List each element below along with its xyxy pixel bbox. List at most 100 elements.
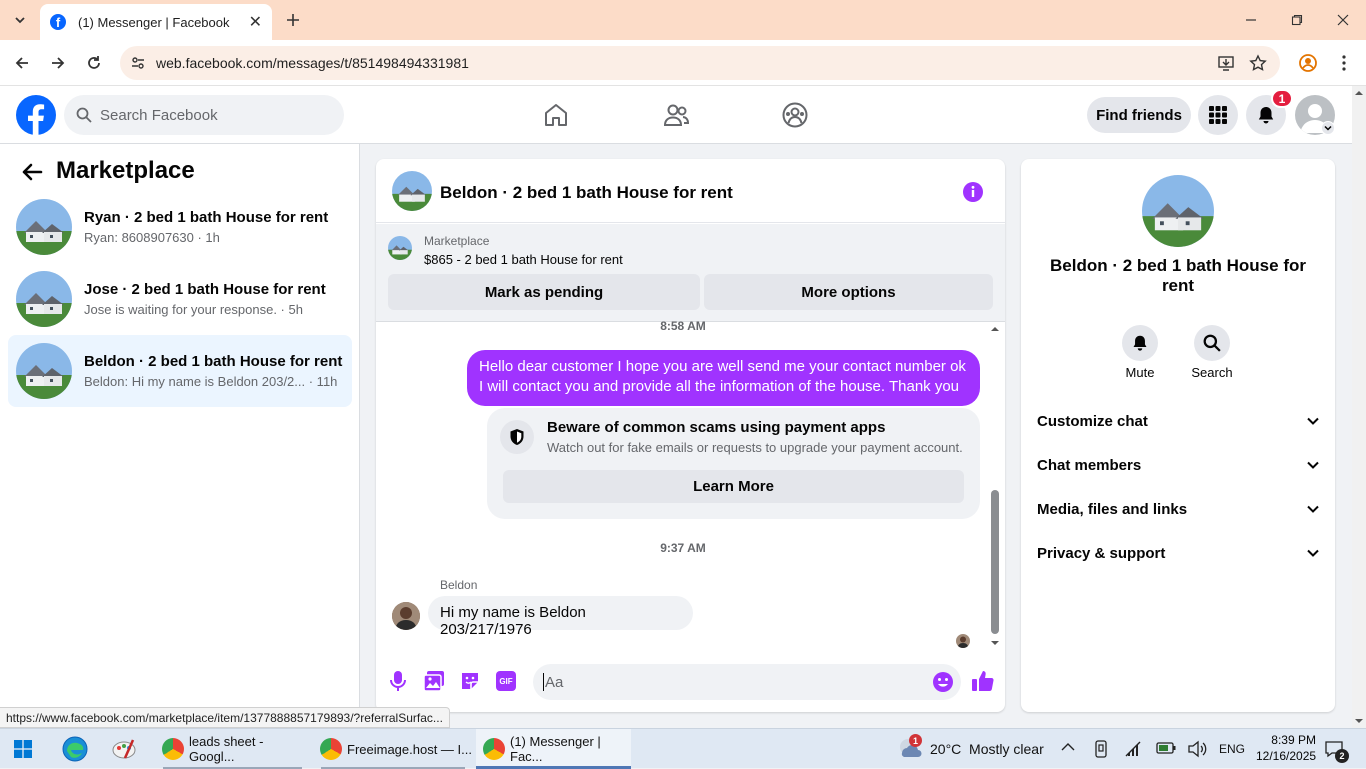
- tab-close-icon[interactable]: ✕: [249, 12, 262, 32]
- chevron-down-icon: [1307, 461, 1319, 469]
- listing-banner-thumbnail: [388, 236, 412, 260]
- groups-nav-icon[interactable]: [781, 101, 809, 129]
- chat-scrollbar-thumb[interactable]: [991, 490, 999, 634]
- browser-tab-messenger[interactable]: f (1) Messenger | Facebook ✕: [40, 4, 272, 40]
- close-window-icon[interactable]: [1328, 5, 1358, 35]
- input-language-indicator[interactable]: ENG: [1219, 729, 1245, 769]
- message-input[interactable]: Aa: [533, 664, 961, 700]
- account-chevron-icon[interactable]: [1321, 121, 1335, 135]
- volume-icon[interactable]: [1187, 740, 1207, 758]
- reload-icon[interactable]: [79, 48, 109, 78]
- media-files-links-row[interactable]: Media, files and links: [1037, 495, 1319, 523]
- notification-center-badge: 2: [1335, 749, 1349, 763]
- emoji-icon[interactable]: [932, 671, 954, 693]
- voice-clip-icon[interactable]: [388, 670, 408, 692]
- chat-scrollbar[interactable]: [989, 323, 1001, 649]
- site-info-icon[interactable]: [130, 55, 146, 71]
- listing-thumbnail: [16, 199, 72, 255]
- info-avatar[interactable]: [1142, 175, 1214, 247]
- thumbs-up-icon[interactable]: [971, 669, 995, 693]
- address-bar[interactable]: web.facebook.com/messages/t/851498494331…: [120, 46, 1280, 80]
- sender-avatar[interactable]: [392, 602, 420, 630]
- weather-alert-badge: 1: [909, 734, 922, 747]
- listing-thumbnail: [16, 271, 72, 327]
- taskbar-item-label: (1) Messenger | Fac...: [510, 734, 601, 764]
- show-hidden-icons-chevron-icon[interactable]: [1061, 742, 1075, 752]
- learn-more-button[interactable]: Learn More: [503, 470, 964, 503]
- info-icon[interactable]: [962, 181, 984, 203]
- link-status-bubble: https://www.facebook.com/marketplace/ite…: [0, 707, 450, 728]
- gif-icon[interactable]: GIF: [496, 671, 516, 691]
- chat-avatar[interactable]: [392, 171, 432, 211]
- chevron-down-icon: [1307, 549, 1319, 557]
- device-icon[interactable]: [1093, 740, 1109, 758]
- tab-title: (1) Messenger | Facebook: [78, 14, 230, 30]
- paint-app-icon[interactable]: [111, 736, 137, 762]
- find-friends-button[interactable]: Find friends: [1087, 97, 1191, 133]
- home-nav-icon[interactable]: [542, 101, 570, 129]
- chevron-down-icon: [1307, 417, 1319, 425]
- info-title: Beldon · 2 bed 1 bath House for rent: [1050, 256, 1306, 295]
- back-arrow-icon[interactable]: [20, 160, 44, 184]
- mute-bell-icon[interactable]: [1122, 325, 1158, 361]
- privacy-support-row[interactable]: Privacy & support: [1037, 539, 1319, 567]
- search-label[interactable]: Search: [1182, 365, 1242, 380]
- clock-time: 8:39 PM: [1271, 733, 1316, 747]
- sticker-icon[interactable]: [459, 670, 481, 692]
- edge-browser-icon[interactable]: [62, 736, 88, 762]
- more-options-button[interactable]: More options: [704, 274, 993, 310]
- friends-nav-icon[interactable]: [662, 101, 690, 129]
- profile-icon[interactable]: [1293, 48, 1323, 78]
- search-placeholder: Search Facebook: [100, 106, 218, 124]
- conversation-preview: Beldon: Hi my name is Beldon 203/2... · …: [84, 374, 338, 389]
- taskbar-item-label: leads sheet - Googl...: [189, 734, 264, 764]
- mark-as-pending-button[interactable]: Mark as pending: [388, 274, 700, 310]
- weather-text[interactable]: 20°C Mostly clear: [930, 729, 1044, 769]
- scam-warning-title: Beware of common scams using payment app…: [547, 419, 886, 436]
- menu-grid-icon[interactable]: [1198, 95, 1238, 135]
- listing-price-text[interactable]: $865 - 2 bed 1 bath House for rent: [424, 252, 623, 267]
- mute-label[interactable]: Mute: [1110, 365, 1170, 380]
- windows-start-icon[interactable]: [14, 740, 32, 758]
- chat-title[interactable]: Beldon · 2 bed 1 bath House for rent: [440, 183, 733, 203]
- page-scrollbar[interactable]: [1352, 86, 1366, 728]
- install-app-icon[interactable]: [1211, 48, 1241, 78]
- taskbar-item-messenger[interactable]: (1) Messenger | Fac...: [476, 729, 631, 769]
- browser-menu-icon[interactable]: [1329, 48, 1359, 78]
- bookmark-star-icon[interactable]: [1243, 48, 1273, 78]
- conversation-item-beldon[interactable]: Beldon · 2 bed 1 bath House for rent Bel…: [8, 335, 352, 407]
- text-cursor: [543, 673, 544, 691]
- battery-icon[interactable]: [1156, 741, 1176, 755]
- wifi-icon[interactable]: [1124, 740, 1142, 758]
- new-tab-icon[interactable]: [278, 5, 308, 35]
- taskbar-item-label: Freeimage.host — I...: [347, 741, 472, 757]
- listing-thumbnail: [16, 343, 72, 399]
- taskbar-item-leads-sheet[interactable]: leads sheet - Googl...: [155, 729, 310, 769]
- received-message-bubble[interactable]: Hi my name is Beldon 203/217/1976: [428, 596, 693, 638]
- photo-attach-icon[interactable]: [423, 670, 445, 692]
- forward-icon[interactable]: [43, 48, 73, 78]
- scam-warning-text: Watch out for fake emails or requests to…: [547, 440, 963, 455]
- message-timestamp: 8:58 AM: [660, 319, 706, 333]
- customize-chat-row[interactable]: Customize chat: [1037, 407, 1319, 435]
- conversation-item-jose[interactable]: Jose · 2 bed 1 bath House for rent Jose …: [8, 263, 352, 335]
- sent-message-bubble[interactable]: Hello dear customer I hope you are well …: [467, 350, 980, 406]
- restore-window-icon[interactable]: [1282, 5, 1312, 35]
- system-clock[interactable]: 8:39 PM 12/16/2025: [1256, 732, 1316, 764]
- chrome-icon: [320, 738, 342, 760]
- search-conversation-icon[interactable]: [1194, 325, 1230, 361]
- back-icon[interactable]: [7, 48, 37, 78]
- chevron-down-icon: [1307, 505, 1319, 513]
- chat-members-row[interactable]: Chat members: [1037, 451, 1319, 479]
- clock-date: 12/16/2025: [1256, 749, 1317, 763]
- taskbar-item-freeimage[interactable]: Freeimage.host — I...: [313, 729, 473, 769]
- conversation-item-ryan[interactable]: Ryan · 2 bed 1 bath House for rent Ryan:…: [8, 191, 352, 263]
- minimize-window-icon[interactable]: [1236, 5, 1266, 35]
- message-timestamp: 9:37 AM: [660, 541, 706, 555]
- tab-search-chevron-icon[interactable]: [6, 6, 34, 34]
- listing-source: Marketplace: [424, 234, 490, 248]
- conversation-name: Beldon · 2 bed 1 bath House for rent: [84, 353, 343, 370]
- marketplace-title: Marketplace: [56, 157, 195, 184]
- facebook-search-input[interactable]: Search Facebook: [64, 95, 344, 135]
- facebook-logo-icon[interactable]: [16, 95, 56, 135]
